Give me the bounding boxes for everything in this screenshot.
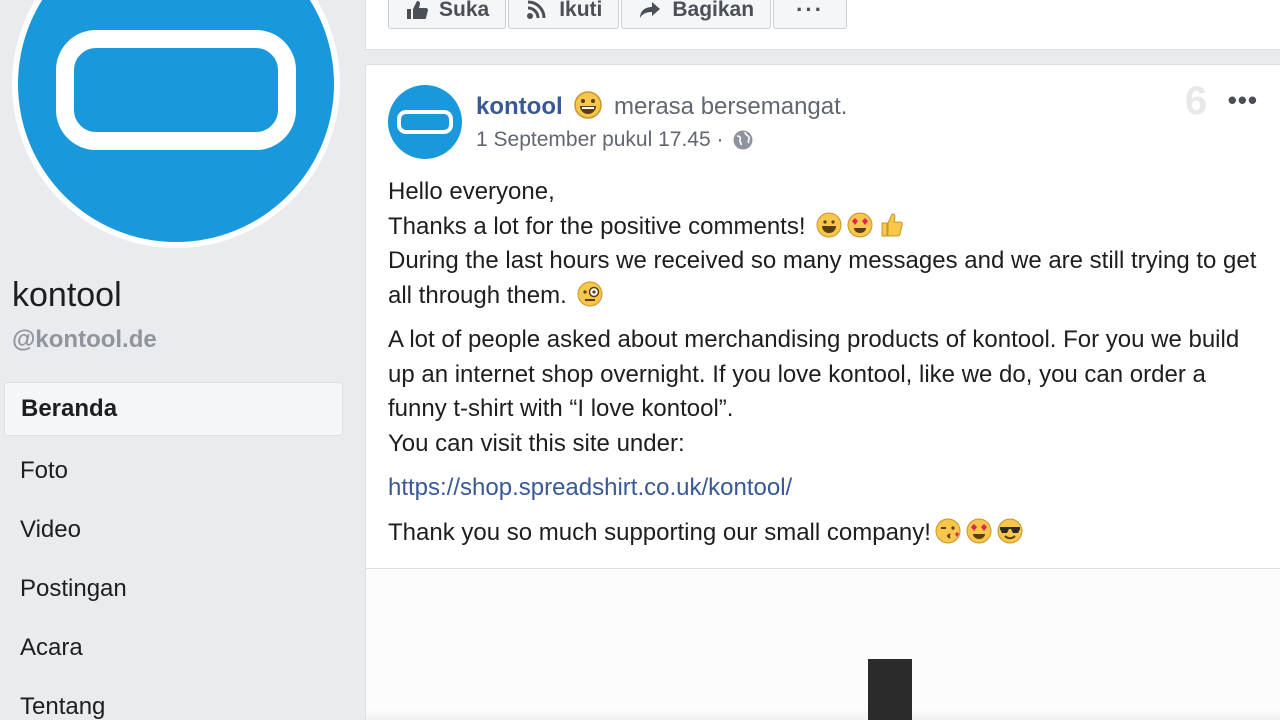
like-label: Suka (439, 0, 490, 21)
post-meta: 1 September pukul 17.45 · (476, 128, 754, 152)
rss-follow-icon (527, 0, 546, 19)
post-line-merch: A lot of people asked about merchandisin… (388, 326, 1240, 422)
post-line-thanks: Thanks a lot for the positive comments! (388, 212, 813, 240)
post-line-visit: You can visit this site under: (388, 429, 685, 457)
post-line-greeting: Hello everyone, (388, 178, 555, 205)
page-handle[interactable]: @kontool.de (12, 326, 157, 354)
nav-item-postingan[interactable]: Postingan (4, 559, 343, 618)
nav-item-foto[interactable]: Foto (4, 441, 343, 500)
nav-item-tentang[interactable]: Tentang (4, 677, 343, 720)
post-feeling-text: merasa bersemangat. (614, 93, 848, 120)
post-photo[interactable] (366, 569, 1280, 720)
post-line-messages: During the last hours we received so man… (388, 247, 1257, 309)
more-options-button[interactable]: ··· (773, 0, 848, 29)
grinning-feeling-emoji-icon (574, 91, 603, 119)
nav-item-beranda[interactable]: Beranda (4, 382, 343, 436)
kontool-logo-icon (397, 110, 453, 134)
grinning-emoji-icon (816, 212, 842, 237)
post-line-thankyou: Thank you so much supporting our small c… (388, 518, 931, 546)
photo-background (366, 709, 1280, 720)
liputan6-watermark: 6 (1168, 73, 1224, 129)
thumbs-up-icon (407, 0, 428, 19)
post-options-menu-icon[interactable]: ••• (1228, 85, 1258, 116)
follow-label: Ikuti (559, 0, 603, 21)
page-actions-bar: Suka Ikuti Bagikan ··· (388, 0, 849, 29)
page-profile-picture[interactable] (12, 0, 340, 248)
heart-eyes-emoji-icon (847, 212, 873, 237)
heart-eyes-emoji-icon (966, 518, 992, 543)
post-author-name[interactable]: kontool (476, 93, 563, 120)
page-name[interactable]: kontool (12, 276, 122, 315)
photo-dark-shape (868, 659, 912, 720)
kontool-logo-icon (56, 30, 296, 150)
left-sidebar: kontool @kontool.de Beranda Foto Video P… (0, 0, 363, 720)
post-author-avatar[interactable] (388, 85, 462, 159)
profile-picture-circle (18, 0, 334, 242)
globe-public-icon[interactable] (732, 129, 754, 151)
page-actions-card: Suka Ikuti Bagikan ··· (365, 0, 1280, 50)
share-label: Bagikan (672, 0, 755, 21)
kissing-wink-emoji-icon (935, 518, 961, 543)
nav-item-acara[interactable]: Acara (4, 618, 343, 677)
share-page-button[interactable]: Bagikan (621, 0, 772, 29)
thumbs-up-emoji-icon (881, 212, 904, 236)
share-arrow-icon (640, 1, 661, 18)
page-nav: Beranda Foto Video Postingan Acara Tenta… (4, 382, 343, 720)
sunglasses-emoji-icon (997, 518, 1023, 543)
post-header: kontool merasa bersemangat. (476, 90, 847, 121)
post-body: Hello everyone, Thanks a lot for the pos… (388, 175, 1268, 560)
post-card: kontool merasa bersemangat. 1 September … (365, 64, 1280, 720)
nav-item-video[interactable]: Video (4, 500, 343, 559)
post-timestamp[interactable]: 1 September pukul 17.45 · (476, 128, 724, 152)
monocle-face-emoji-icon (577, 281, 603, 306)
follow-page-button[interactable]: Ikuti (508, 0, 620, 29)
like-page-button[interactable]: Suka (388, 0, 507, 29)
shop-link[interactable]: https://shop.spreadshirt.co.uk/kontool/ (388, 474, 792, 501)
